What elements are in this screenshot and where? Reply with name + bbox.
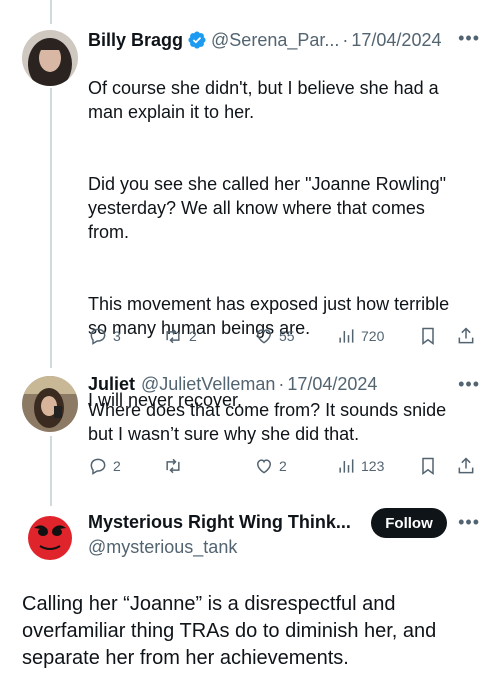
tweet-text: Where does that come from? It sounds sni… xyxy=(88,400,447,444)
action-bar: 2 2 123 xyxy=(88,454,484,478)
tweet-header: Mysterious Right Wing Think... xyxy=(88,510,351,534)
bookmark-icon xyxy=(422,457,434,475)
retweet-icon xyxy=(166,328,180,344)
reply-count: 3 xyxy=(113,328,121,344)
separator-dot: · xyxy=(342,29,349,50)
like-button[interactable]: 55 xyxy=(254,324,295,348)
view-count: 123 xyxy=(361,458,385,474)
avatar[interactable] xyxy=(22,508,78,564)
like-count: 2 xyxy=(279,458,287,474)
retweet-button[interactable] xyxy=(162,454,189,478)
avatar[interactable] xyxy=(22,376,78,432)
views-button[interactable]: 123 xyxy=(336,454,384,478)
like-button[interactable]: 2 xyxy=(254,454,287,478)
reply-button[interactable]: 3 xyxy=(88,324,121,348)
views-icon xyxy=(339,329,354,343)
reply-count: 2 xyxy=(113,458,121,474)
reply-icon xyxy=(90,328,106,345)
main-tweet-text: Calling her “Joanne” is a disrespectful … xyxy=(22,593,437,669)
author-handle[interactable]: @Serena_Par... xyxy=(211,30,339,51)
tweet-paragraph: Did you see she called her "Joanne Rowli… xyxy=(88,174,446,242)
thread-line-top xyxy=(50,0,52,24)
like-icon xyxy=(256,459,272,474)
bookmark-icon xyxy=(422,327,434,345)
tweet-billy-bragg[interactable]: Billy Bragg @Serena_Par... · 17/04/2024 … xyxy=(0,26,502,410)
tweet-header: Juliet @JulietVelleman · 17/04/2024 xyxy=(88,372,377,396)
tweet-date[interactable]: 17/04/2024 xyxy=(287,374,377,395)
share-button[interactable] xyxy=(456,454,476,478)
verified-badge-icon xyxy=(187,30,207,50)
views-icon xyxy=(339,459,354,473)
more-icon[interactable]: ••• xyxy=(458,375,480,393)
like-count: 55 xyxy=(279,328,295,344)
author-handle[interactable]: @JulietVelleman xyxy=(141,374,275,395)
retweet-button[interactable]: 2 xyxy=(162,324,197,348)
author-name[interactable]: Mysterious Right Wing Think... xyxy=(88,512,351,533)
author-handle[interactable]: @mysterious_tank xyxy=(88,536,237,558)
avatar[interactable] xyxy=(22,30,78,86)
view-count: 720 xyxy=(361,328,385,344)
author-name[interactable]: Billy Bragg xyxy=(88,30,183,51)
tweet-header: Billy Bragg @Serena_Par... · 17/04/2024 xyxy=(88,28,441,52)
bookmark-button[interactable] xyxy=(418,454,438,478)
bookmark-button[interactable] xyxy=(418,324,438,348)
share-icon xyxy=(458,327,474,344)
tweet-paragraph: Of course she didn't, but I believe she … xyxy=(88,78,439,122)
more-icon[interactable]: ••• xyxy=(458,513,480,531)
separator-dot: · xyxy=(278,373,285,394)
like-icon xyxy=(256,329,272,344)
author-name[interactable]: Juliet xyxy=(88,374,135,395)
share-button[interactable] xyxy=(456,324,476,348)
share-icon xyxy=(458,457,474,474)
tweet-juliet[interactable]: Juliet @JulietVelleman · 17/04/2024 ••• … xyxy=(0,372,502,482)
follow-button[interactable]: Follow xyxy=(371,508,447,538)
retweet-count: 2 xyxy=(189,328,197,344)
tweet-date[interactable]: 17/04/2024 xyxy=(351,30,441,51)
views-button[interactable]: 720 xyxy=(336,324,384,348)
action-bar: 3 2 55 720 xyxy=(88,324,484,348)
retweet-icon xyxy=(166,458,180,474)
more-icon[interactable]: ••• xyxy=(458,29,480,47)
reply-button[interactable]: 2 xyxy=(88,454,121,478)
reply-icon xyxy=(90,458,106,475)
